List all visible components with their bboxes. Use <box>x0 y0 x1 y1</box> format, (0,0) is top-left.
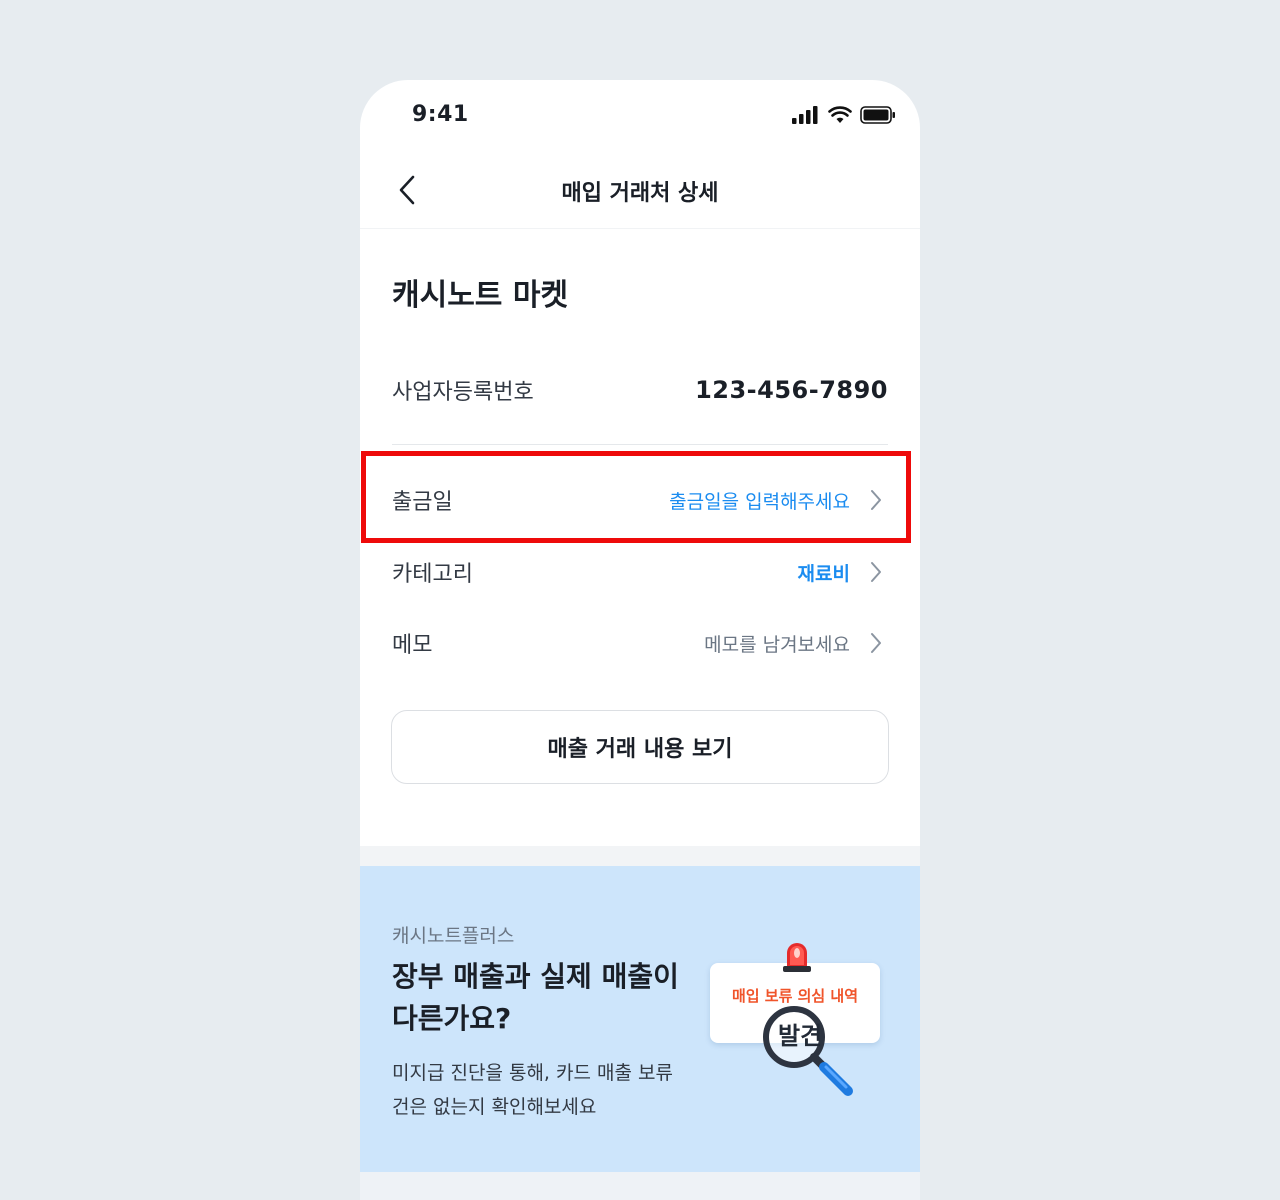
memo-row[interactable]: 메모 메모를 남겨보세요 <box>392 618 888 668</box>
highlight-box <box>361 451 911 543</box>
phone-screen: 9:41 매입 거래처 상세 캐시노트 마켓 사업자등록번호 123-456-7… <box>360 80 920 1200</box>
wifi-icon <box>828 106 852 123</box>
banner-description: 미지급 진단을 통해, 카드 매출 보류 건은 없는지 확인해보세요 <box>392 1062 673 1118</box>
banner-headline: 장부 매출과 실제 매출이 다른가요? <box>392 960 679 1035</box>
memo-placeholder: 메모를 남겨보세요 <box>704 633 850 656</box>
category-row[interactable]: 카테고리 재료비 <box>392 547 888 597</box>
category-value: 재료비 <box>797 562 850 585</box>
bottom-section-gap <box>360 1172 920 1200</box>
business-number-row: 사업자등록번호 123-456-7890 <box>392 365 888 415</box>
status-bar: 9:41 <box>360 80 920 152</box>
divider <box>392 444 888 445</box>
banner-illustration: 매입 보류 의심 내역 발견 <box>710 941 895 1101</box>
found-text: 발견 <box>778 1022 823 1050</box>
status-icons <box>792 106 896 124</box>
business-number-label: 사업자등록번호 <box>392 380 534 405</box>
promo-banner[interactable]: 캐시노트플러스 장부 매출과 실제 매출이 다른가요? 미지급 진단을 통해, … <box>360 866 920 1172</box>
signal-icon <box>792 106 818 124</box>
navigation-bar: 매입 거래처 상세 <box>360 152 920 229</box>
banner-eyebrow: 캐시노트플러스 <box>392 925 515 947</box>
category-label: 카테고리 <box>392 562 473 587</box>
section-gap <box>360 846 920 866</box>
chevron-right-icon <box>864 631 888 655</box>
alert-text: 매입 보류 의심 내역 <box>731 987 859 1005</box>
siren-icon <box>783 943 811 972</box>
memo-label: 메모 <box>392 633 433 658</box>
chevron-right-icon <box>864 560 888 584</box>
battery-icon <box>860 106 895 124</box>
business-number-value: 123-456-7890 <box>695 376 888 404</box>
view-sales-button[interactable]: 매출 거래 내용 보기 <box>391 710 889 784</box>
status-time: 9:41 <box>412 102 469 127</box>
page-title: 매입 거래처 상세 <box>561 181 719 206</box>
merchant-name: 캐시노트 마켓 <box>392 278 569 313</box>
